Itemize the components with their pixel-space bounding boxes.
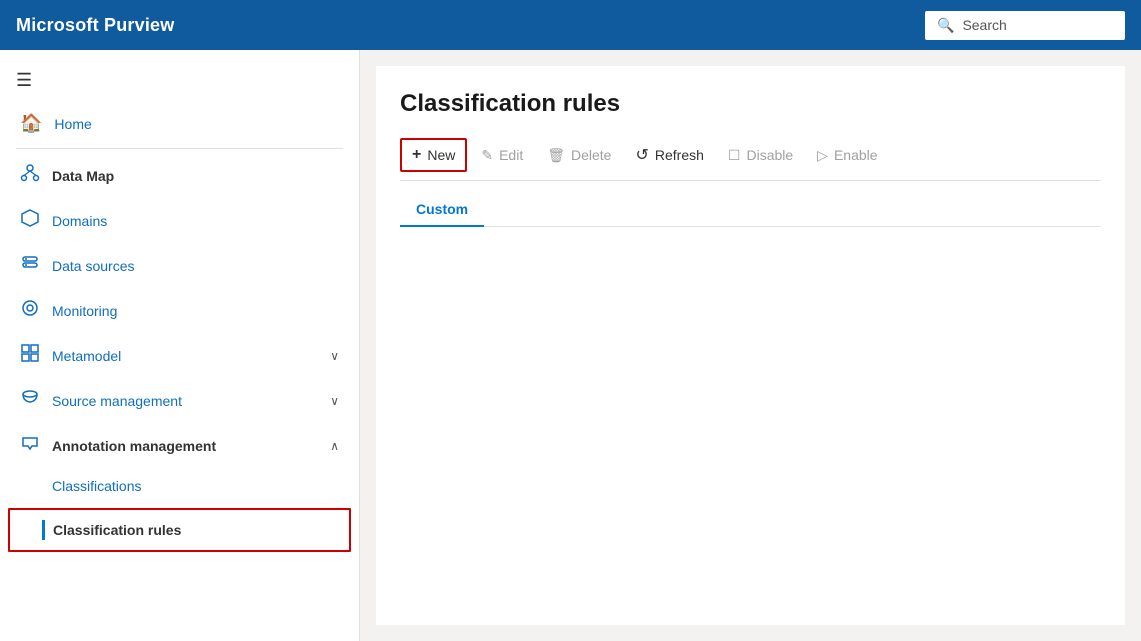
edit-button[interactable]: ✎ Edit xyxy=(471,141,533,170)
sidebar-monitoring-label: Monitoring xyxy=(52,303,117,319)
enable-button[interactable]: ▷ Enable xyxy=(807,141,887,170)
annotation-management-chevron-icon: ∧ xyxy=(330,439,339,453)
tab-custom[interactable]: Custom xyxy=(400,193,484,227)
sidebar-domains-label: Domains xyxy=(52,213,107,229)
sidebar-item-classification-rules[interactable]: Classification rules xyxy=(8,508,351,552)
data-map-icon xyxy=(20,163,40,188)
search-icon: 🔍 xyxy=(937,17,954,34)
edit-label: Edit xyxy=(499,147,523,163)
metamodel-chevron-icon: ∨ xyxy=(330,349,339,363)
search-box[interactable]: 🔍 Search xyxy=(925,11,1125,40)
disable-button[interactable]: ☐ Disable xyxy=(718,141,803,170)
sidebar-home-label: Home xyxy=(54,116,91,132)
page-title: Classification rules xyxy=(400,90,1101,118)
active-indicator xyxy=(42,520,45,540)
sidebar-data-map-label: Data Map xyxy=(52,168,114,184)
content-inner: Classification rules + New ✎ Edit 🗑 Dele… xyxy=(376,66,1125,625)
delete-label: Delete xyxy=(571,147,611,163)
search-label: Search xyxy=(962,17,1006,33)
sidebar-annotation-management-label: Annotation management xyxy=(52,438,216,454)
sidebar-source-management-label: Source management xyxy=(52,393,182,409)
tabs-bar: Custom xyxy=(400,193,1101,227)
app-header: Microsoft Purview 🔍 Search xyxy=(0,0,1141,50)
refresh-label: Refresh xyxy=(655,147,704,163)
edit-icon: ✎ xyxy=(481,147,493,164)
new-icon: + xyxy=(412,146,421,164)
refresh-icon: ↺ xyxy=(635,145,648,165)
sidebar-item-data-sources[interactable]: Data sources xyxy=(0,243,359,288)
delete-button[interactable]: 🗑 Delete xyxy=(537,141,621,170)
sidebar-item-classification-rules-wrapper: Classification rules xyxy=(0,504,359,556)
tab-custom-label: Custom xyxy=(416,201,468,217)
sidebar-item-source-management[interactable]: Source management ∨ xyxy=(0,378,359,423)
metamodel-icon xyxy=(20,343,40,368)
source-management-icon xyxy=(20,388,40,413)
classification-rules-label: Classification rules xyxy=(53,522,181,538)
sidebar: ☰ 🏠 Home Data Map xyxy=(0,50,360,641)
enable-label: Enable xyxy=(834,147,878,163)
sidebar-item-domains[interactable]: Domains xyxy=(0,198,359,243)
source-management-chevron-icon: ∨ xyxy=(330,394,339,408)
sidebar-data-sources-label: Data sources xyxy=(52,258,134,274)
data-sources-icon xyxy=(20,253,40,278)
main-layout: ☰ 🏠 Home Data Map xyxy=(0,50,1141,641)
new-button[interactable]: + New xyxy=(400,138,467,172)
new-label: New xyxy=(427,147,455,163)
sidebar-item-data-map[interactable]: Data Map xyxy=(0,153,359,198)
hamburger-icon: ☰ xyxy=(16,70,32,91)
toolbar: + New ✎ Edit 🗑 Delete ↺ Refresh xyxy=(400,138,1101,181)
sidebar-item-annotation-management[interactable]: Annotation management ∧ xyxy=(0,423,359,468)
home-icon: 🏠 xyxy=(20,113,42,134)
sidebar-metamodel-label: Metamodel xyxy=(52,348,121,364)
sidebar-divider-1 xyxy=(16,148,343,149)
sidebar-item-classifications[interactable]: Classifications xyxy=(0,468,359,504)
hamburger-button[interactable]: ☰ xyxy=(0,58,359,103)
delete-icon: 🗑 xyxy=(547,147,565,164)
disable-icon: ☐ xyxy=(728,147,741,164)
classifications-label: Classifications xyxy=(52,478,141,494)
enable-icon: ▷ xyxy=(817,147,828,164)
sidebar-item-metamodel[interactable]: Metamodel ∨ xyxy=(0,333,359,378)
sidebar-item-home[interactable]: 🏠 Home xyxy=(0,103,359,144)
sidebar-item-monitoring[interactable]: Monitoring xyxy=(0,288,359,333)
monitoring-icon xyxy=(20,298,40,323)
annotation-management-icon xyxy=(20,433,40,458)
domains-icon xyxy=(20,208,40,233)
refresh-button[interactable]: ↺ Refresh xyxy=(625,139,713,171)
app-title: Microsoft Purview xyxy=(16,15,174,36)
disable-label: Disable xyxy=(746,147,793,163)
content-area: Classification rules + New ✎ Edit 🗑 Dele… xyxy=(360,50,1141,641)
